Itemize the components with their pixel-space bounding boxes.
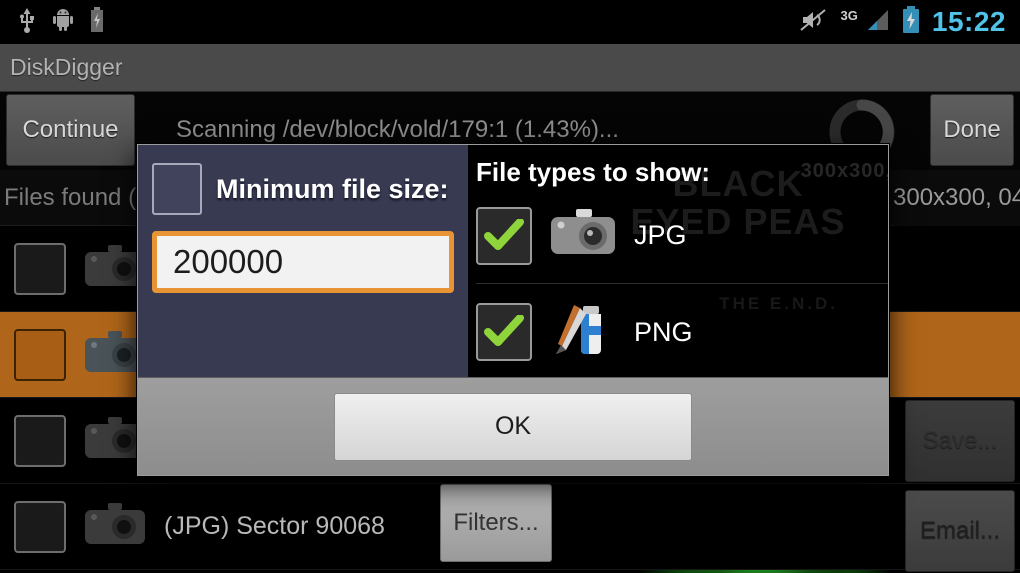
battery-charging-small-icon <box>90 6 104 38</box>
app-title: DiskDigger <box>10 54 123 80</box>
status-bar-right-icons: 3G 15:22 <box>799 5 1020 39</box>
usb-icon <box>18 7 36 38</box>
dialog-footer: OK <box>138 377 888 475</box>
scan-status-text: Scanning /dev/block/vold/179:1 (1.43%)..… <box>176 116 619 143</box>
paint-tube-icon <box>550 302 616 363</box>
clock: 15:22 <box>931 6 1006 37</box>
camera-icon <box>550 208 616 263</box>
camera-icon <box>84 501 146 552</box>
files-found-label: Files found ( <box>4 183 137 211</box>
minimum-file-size-checkbox[interactable] <box>152 163 202 215</box>
app-title-bar: DiskDigger <box>0 44 1020 92</box>
row-checkbox[interactable] <box>14 414 66 467</box>
mute-icon <box>799 7 829 38</box>
file-filter-dialog: Minimum file size: 200000 300x300, BLACK… <box>137 144 889 476</box>
continue-button[interactable]: Continue <box>6 94 135 166</box>
file-types-title: File types to show: <box>476 157 711 187</box>
minimum-file-size-panel: Minimum file size: 200000 <box>138 145 468 377</box>
status-bar: 3G 15:22 <box>0 0 1020 44</box>
row-checkbox[interactable] <box>14 242 66 295</box>
check-icon <box>484 315 524 346</box>
signal-3g-label: 3G <box>840 7 858 23</box>
ok-button[interactable]: OK <box>334 392 692 461</box>
row-checkbox[interactable] <box>14 500 66 553</box>
device-screen: 3G 15:22 DiskDigger Continue Scanning /d <box>0 0 1020 573</box>
jpg-checkbox[interactable] <box>476 206 532 265</box>
jpg-label: JPG <box>634 220 687 250</box>
file-types-panel: 300x300, BLACK EYED PEAS THE E.N.D. File… <box>468 145 888 377</box>
file-type-row-png[interactable]: PNG <box>476 284 888 377</box>
minimum-file-size-value: 200000 <box>173 243 284 280</box>
email-button[interactable]: Email... <box>905 490 1015 572</box>
save-button[interactable]: Save... <box>905 400 1015 482</box>
minimum-file-size-input[interactable]: 200000 <box>152 231 454 293</box>
png-checkbox[interactable] <box>476 303 532 361</box>
android-debug-icon <box>52 8 74 37</box>
row-checkbox[interactable] <box>14 328 66 381</box>
file-type-row-jpg[interactable]: JPG <box>476 188 888 284</box>
signal-3g-icon <box>864 8 890 37</box>
filters-button[interactable]: Filters... <box>440 484 552 562</box>
status-bar-left-icons <box>0 6 104 38</box>
row-label: (JPG) Sector 90068 <box>164 512 385 540</box>
dialog-body: Minimum file size: 200000 300x300, BLACK… <box>138 145 888 377</box>
battery-charging-icon <box>902 5 920 39</box>
done-button[interactable]: Done <box>930 94 1014 166</box>
file-info-text: 300x300, 0439 bytes. <box>893 170 1020 226</box>
png-label: PNG <box>634 316 693 347</box>
minimum-file-size-row[interactable]: Minimum file size: <box>152 163 454 215</box>
minimum-file-size-label: Minimum file size: <box>216 173 449 204</box>
check-icon <box>484 218 524 250</box>
